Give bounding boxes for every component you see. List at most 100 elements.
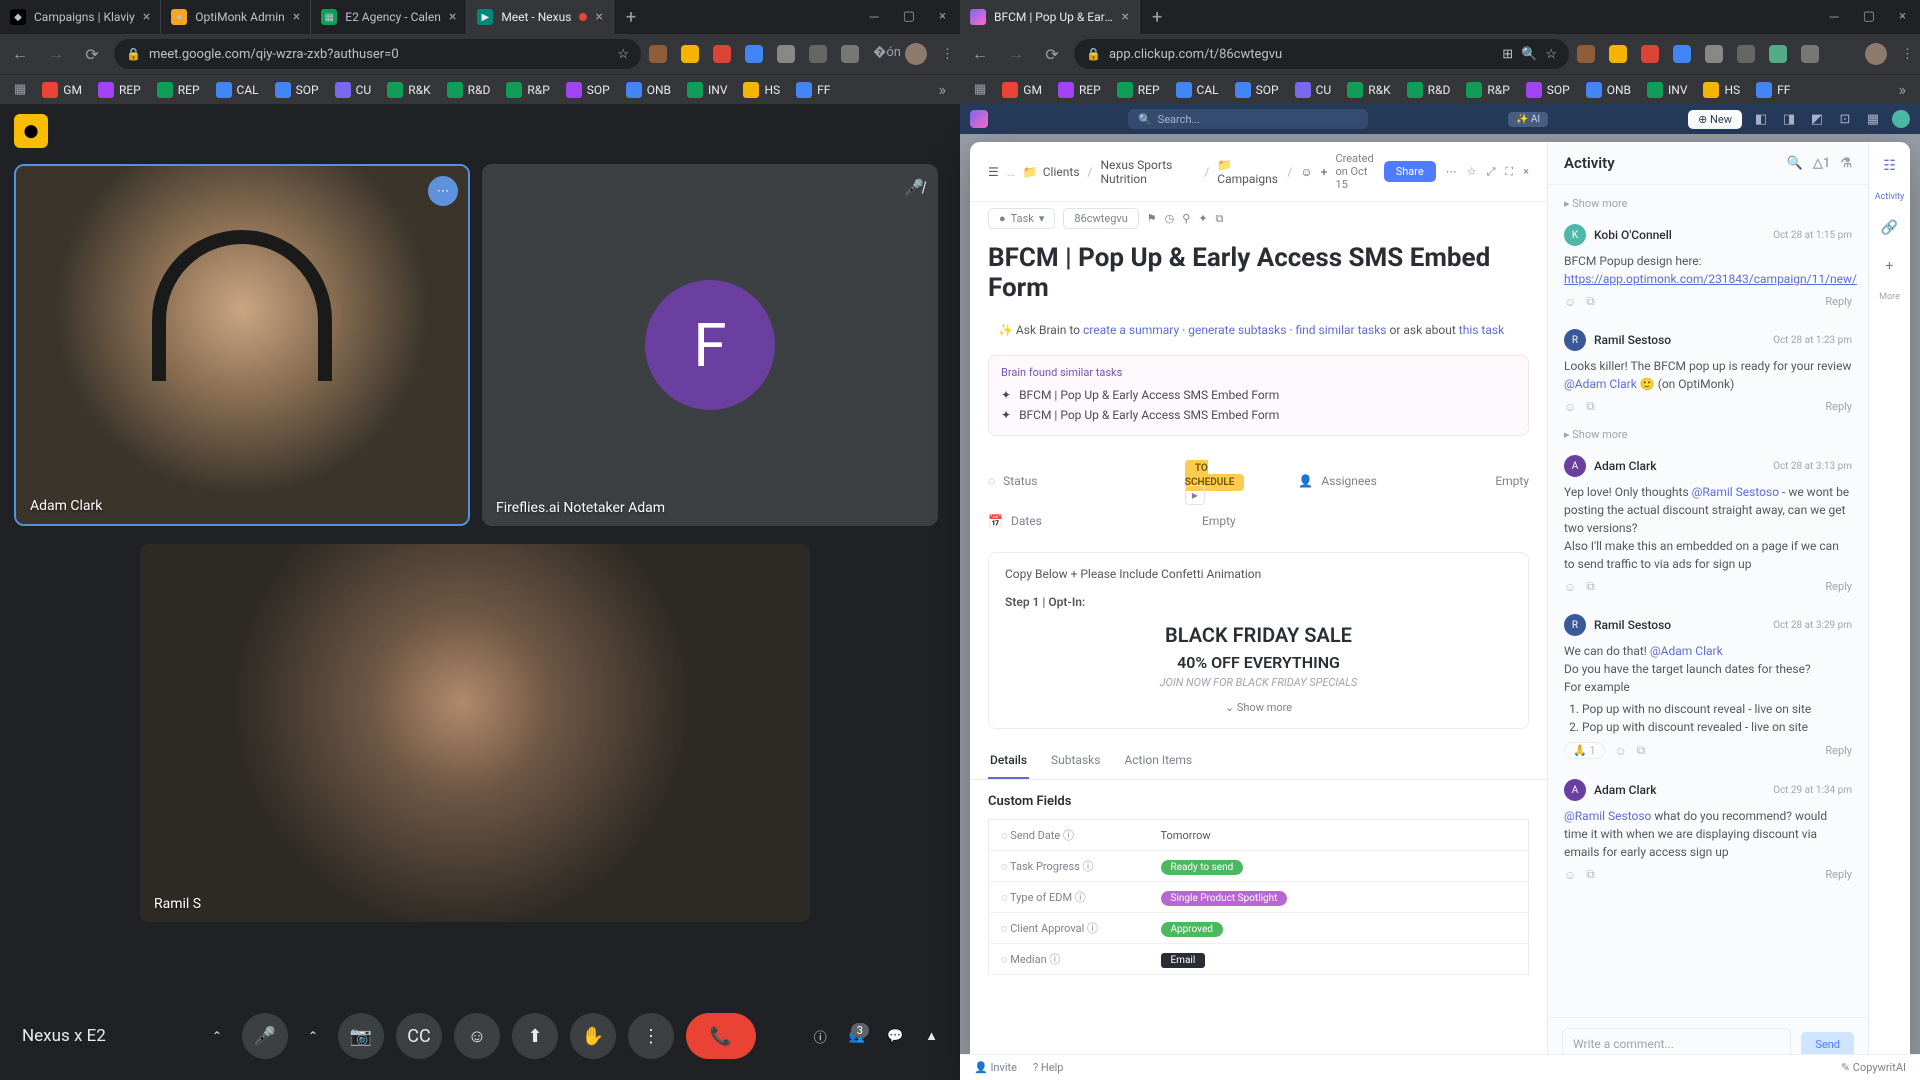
show-more-link[interactable]: ▸ Show more (1548, 193, 1868, 214)
profile-avatar[interactable] (1865, 43, 1887, 65)
camera-button[interactable]: 📷 (338, 1013, 384, 1059)
tab-action-items[interactable]: Action Items (1122, 743, 1194, 779)
bookmark-onb[interactable]: ONB (620, 79, 677, 101)
custom-field-row[interactable]: ◌ Median ⓘEmail (989, 944, 1529, 975)
search-input[interactable]: 🔍Search... (1128, 109, 1368, 129)
close-icon[interactable]: × (293, 9, 300, 25)
assignees-value[interactable]: Empty (1495, 474, 1529, 488)
reply-link[interactable]: Reply (1825, 868, 1852, 881)
task-id-pill[interactable]: 86cwtegvu (1063, 208, 1138, 229)
hangup-button[interactable]: 📞 (686, 1013, 756, 1059)
bookmark-sop[interactable]: SOP (1520, 79, 1576, 101)
bookmark-sop[interactable]: SOP (269, 79, 325, 101)
apps-icon[interactable]: ▦ (8, 82, 32, 97)
close-icon[interactable]: × (1122, 9, 1129, 25)
star-icon[interactable]: ☆ (617, 47, 629, 62)
captions-button[interactable]: CC (396, 1013, 442, 1059)
brain-link[interactable]: generate subtasks (1188, 323, 1286, 337)
bookmark-hs[interactable]: HS (1697, 79, 1746, 101)
reload-button[interactable]: ⟳ (78, 40, 106, 68)
close-window-icon[interactable]: × (1899, 9, 1906, 25)
tab-subtasks[interactable]: Subtasks (1049, 743, 1102, 779)
topbar-icon[interactable]: ◩ (1808, 110, 1826, 128)
url-input[interactable]: 🔒meet.google.com/qiy-wzra-zxb?authuser=0… (114, 39, 641, 69)
flag-icon[interactable]: ⚑ (1147, 212, 1157, 225)
bookmark-rep[interactable]: REP (151, 79, 206, 101)
notify-icon[interactable]: △1 (1813, 156, 1830, 171)
dates-value[interactable]: Empty (1202, 514, 1529, 528)
ai-button[interactable]: ✨ AI (1508, 112, 1548, 127)
reload-button[interactable]: ⟳ (1038, 40, 1066, 68)
copywrite-ai-link[interactable]: ✎ CopywritAI (1841, 1061, 1906, 1074)
task-type-pill[interactable]: ● Task ▾ (988, 208, 1055, 229)
url-input[interactable]: 🔒app.clickup.com/t/86cwtegvu⊞🔍☆ (1074, 39, 1569, 69)
filter-icon[interactable]: ⚗ (1840, 156, 1852, 171)
react-icon[interactable]: ☺ (1615, 744, 1627, 758)
forward-button[interactable]: → (1002, 40, 1030, 68)
more-options-button[interactable]: ⋮ (628, 1013, 674, 1059)
help-link[interactable]: ? Help (1033, 1061, 1063, 1074)
status-next-icon[interactable]: ▸ (1185, 485, 1205, 505)
extension-icon[interactable] (681, 45, 699, 63)
extension-icon[interactable] (1801, 45, 1819, 63)
chat-button[interactable]: 💬 (887, 1029, 903, 1044)
minimize-icon[interactable]: ─ (1830, 9, 1839, 25)
custom-field-row[interactable]: ◌ Type of EDM ⓘSingle Product Spotlight (989, 882, 1529, 913)
raise-hand-button[interactable]: ✋ (570, 1013, 616, 1059)
extension-icon[interactable] (777, 45, 795, 63)
bookmark-onb[interactable]: ONB (1580, 79, 1637, 101)
reply-link[interactable]: Reply (1825, 400, 1852, 413)
new-tab-button[interactable]: + (614, 7, 648, 28)
extension-icon[interactable] (745, 45, 763, 63)
forward-button[interactable]: → (42, 40, 70, 68)
bookmark-sop[interactable]: SOP (560, 79, 616, 101)
more-icon[interactable]: ⋯ (1446, 165, 1457, 178)
attach-icon[interactable]: ⧉ (1586, 399, 1595, 414)
bookmark-cal[interactable]: CAL (210, 79, 265, 101)
mic-button[interactable]: 🎤 (242, 1013, 288, 1059)
tab-optimonk[interactable]: ●OptiMonk Admin× (161, 0, 311, 34)
bookmark-rep[interactable]: REP (1052, 79, 1107, 101)
zoom-icon[interactable]: 🔍 (1521, 47, 1537, 62)
bookmark-rep[interactable]: REP (92, 79, 147, 101)
bookmark-sop[interactable]: SOP (1229, 79, 1285, 101)
bookmark-cu[interactable]: CU (1289, 79, 1338, 101)
breadcrumb-add-icon[interactable]: + (1321, 165, 1328, 179)
minimize-icon[interactable]: ─ (870, 9, 879, 25)
close-icon[interactable]: × (595, 9, 602, 25)
similar-task-row[interactable]: ✦ BFCM | Pop Up & Early Access SMS Embed… (1001, 385, 1516, 405)
extension-icon[interactable] (1577, 45, 1595, 63)
menu-icon[interactable]: ⋮ (1901, 47, 1914, 62)
profile-avatar[interactable] (905, 43, 927, 65)
breadcrumb-item[interactable]: Nexus Sports Nutrition (1100, 158, 1196, 186)
breadcrumb-add-icon[interactable]: ☺ (1300, 165, 1312, 179)
bookmark-inv[interactable]: INV (1641, 79, 1693, 101)
attach-icon[interactable]: ⧉ (1586, 867, 1595, 882)
attach-icon[interactable]: ⧉ (1586, 294, 1595, 309)
activities-button[interactable]: ▲ (925, 1028, 938, 1044)
extension-icon[interactable] (1705, 45, 1723, 63)
bookmark-inv[interactable]: INV (681, 79, 733, 101)
tile-menu-icon[interactable]: ⋯ (428, 176, 458, 206)
react-icon[interactable]: ☺ (1564, 868, 1576, 882)
recording-badge[interactable]: ⬤ (14, 114, 48, 148)
maximize-icon[interactable]: ▢ (903, 9, 915, 25)
reply-link[interactable]: Reply (1825, 744, 1852, 757)
install-icon[interactable]: ⊞ (1502, 47, 1513, 62)
show-more-button[interactable]: ⌄ Show more (1005, 701, 1512, 714)
react-icon[interactable]: ☺ (1564, 580, 1576, 594)
bookmark-cu[interactable]: CU (329, 79, 378, 101)
bookmark-r&p[interactable]: R&P (1460, 79, 1515, 101)
star-icon[interactable]: ☆ (1545, 47, 1557, 62)
extension-icon[interactable] (1609, 45, 1627, 63)
invite-link[interactable]: 👤 Invite (974, 1061, 1017, 1074)
puzzle-icon[interactable] (1833, 45, 1851, 63)
topbar-icon[interactable]: ◨ (1780, 110, 1798, 128)
task-description[interactable]: Copy Below + Please Include Confetti Ani… (988, 552, 1529, 729)
expand-icon[interactable]: ⛶ (1505, 165, 1513, 179)
extension-icon[interactable] (1737, 45, 1755, 63)
attach-icon[interactable]: ⧉ (1586, 579, 1595, 594)
info-button[interactable]: ⓘ (814, 1027, 827, 1046)
copy-icon[interactable]: ⧉ (1216, 212, 1224, 226)
new-tab-button[interactable]: + (1140, 7, 1174, 28)
